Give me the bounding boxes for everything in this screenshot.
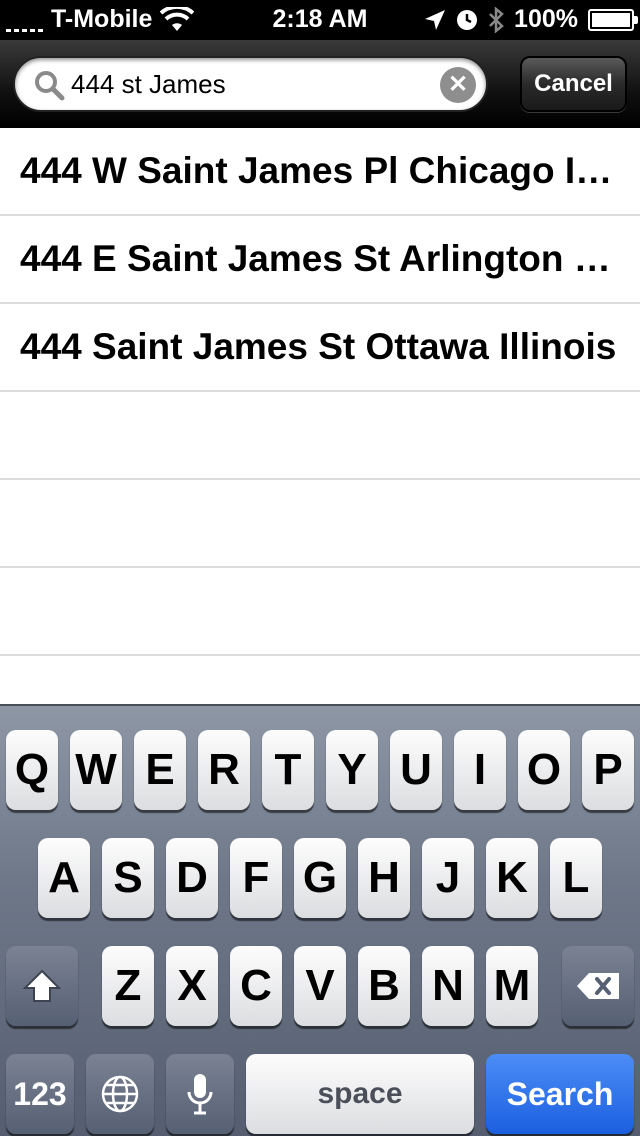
delete-key[interactable] — [562, 946, 634, 1026]
key-l[interactable]: L — [550, 838, 602, 918]
result-label: 444 E Saint James St Arlington Illinois — [20, 238, 620, 279]
key-w[interactable]: W — [70, 730, 122, 810]
key-s[interactable]: S — [102, 838, 154, 918]
results-list: 444 W Saint James Pl Chicago Illinois 44… — [0, 128, 640, 704]
key-u[interactable]: U — [390, 730, 442, 810]
search-field[interactable]: ✕ — [13, 56, 488, 112]
status-right: 100% — [424, 5, 638, 34]
numbers-key[interactable]: 123 — [6, 1054, 74, 1134]
key-x[interactable]: X — [166, 946, 218, 1026]
key-e[interactable]: E — [134, 730, 186, 810]
result-label: 444 W Saint James Pl Chicago Illinois — [20, 150, 620, 191]
globe-key[interactable] — [86, 1054, 154, 1134]
dictation-key[interactable] — [166, 1054, 234, 1134]
key-t[interactable]: T — [262, 730, 314, 810]
battery-percent: 100% — [514, 5, 578, 33]
key-q[interactable]: Q — [6, 730, 58, 810]
search-key[interactable]: Search — [486, 1054, 634, 1134]
key-k[interactable]: K — [486, 838, 538, 918]
bluetooth-icon — [489, 6, 504, 33]
result-label: 444 Saint James St Ottawa Illinois — [20, 326, 617, 367]
empty-row — [0, 656, 640, 704]
search-input[interactable] — [71, 64, 441, 104]
key-i[interactable]: I — [454, 730, 506, 810]
location-arrow-icon — [425, 9, 446, 30]
key-c[interactable]: C — [230, 946, 282, 1026]
key-a[interactable]: A — [38, 838, 90, 918]
empty-row — [0, 568, 640, 656]
key-h[interactable]: H — [358, 838, 410, 918]
empty-row — [0, 392, 640, 480]
empty-row — [0, 480, 640, 568]
shift-icon — [22, 969, 62, 1002]
key-y[interactable]: Y — [326, 730, 378, 810]
keyboard: Q W E R T Y U I O P A S D F G H J K L Z … — [0, 704, 640, 1136]
key-d[interactable]: D — [166, 838, 218, 918]
list-item[interactable]: 444 W Saint James Pl Chicago Illinois — [0, 128, 640, 216]
battery-icon — [588, 8, 638, 31]
globe-icon — [101, 1075, 139, 1113]
close-icon: ✕ — [447, 71, 469, 98]
status-bar: T-Mobile 2:18 AM 100% — [0, 0, 640, 40]
key-m[interactable]: M — [486, 946, 538, 1026]
clear-text-button[interactable]: ✕ — [440, 67, 476, 103]
search-icon — [35, 71, 65, 101]
list-item[interactable]: 444 Saint James St Ottawa Illinois — [0, 304, 640, 392]
alarm-clock-icon — [457, 9, 478, 30]
key-n[interactable]: N — [422, 946, 474, 1026]
key-o[interactable]: O — [518, 730, 570, 810]
key-f[interactable]: F — [230, 838, 282, 918]
search-bar: ✕ Cancel — [0, 40, 640, 128]
key-j[interactable]: J — [422, 838, 474, 918]
cancel-button[interactable]: Cancel — [520, 56, 627, 112]
key-r[interactable]: R — [198, 730, 250, 810]
key-b[interactable]: B — [358, 946, 410, 1026]
key-g[interactable]: G — [294, 838, 346, 918]
space-key[interactable]: space — [246, 1054, 474, 1134]
key-v[interactable]: V — [294, 946, 346, 1026]
shift-key[interactable] — [6, 946, 78, 1026]
key-p[interactable]: P — [582, 730, 634, 810]
key-z[interactable]: Z — [102, 946, 154, 1026]
list-item[interactable]: 444 E Saint James St Arlington Illinois — [0, 216, 640, 304]
backspace-icon — [577, 973, 619, 999]
microphone-icon — [187, 1074, 213, 1115]
